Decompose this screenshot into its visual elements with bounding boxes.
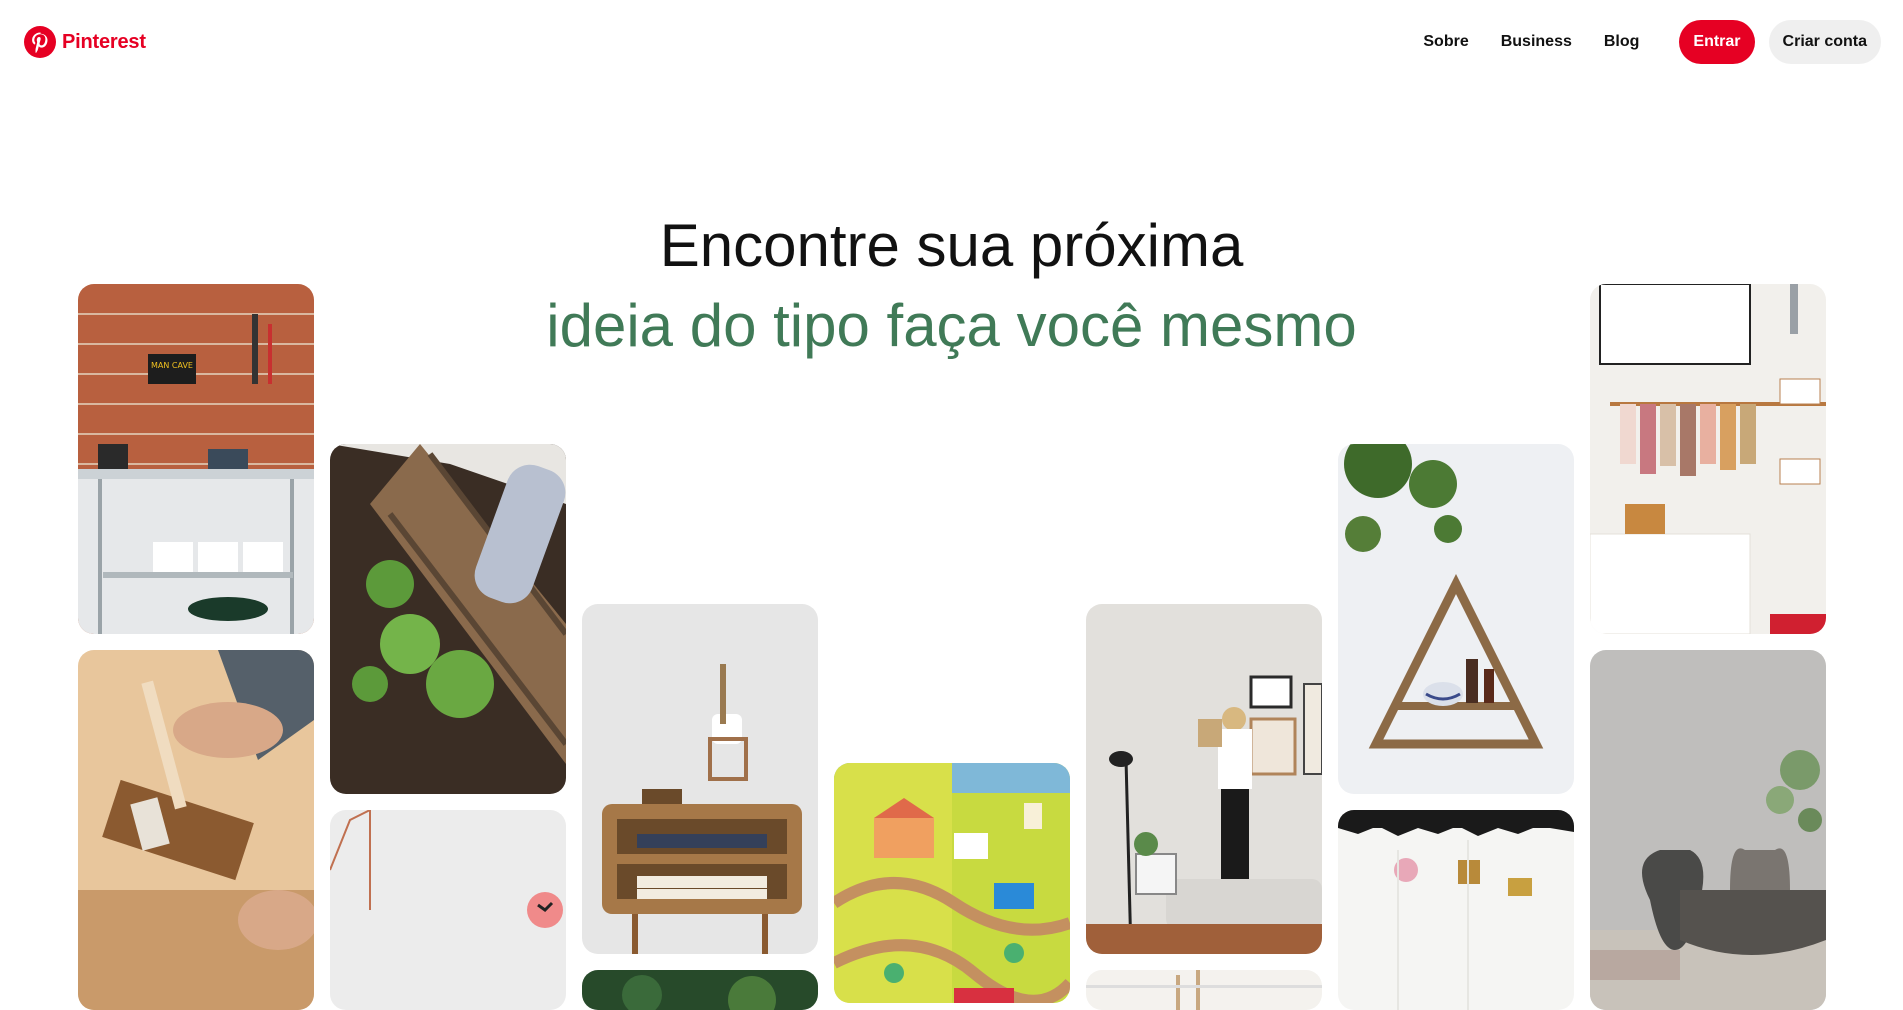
pressed-flowers-paper-pin[interactable] [1338, 810, 1574, 1010]
clothing-rack-pin[interactable] [1590, 284, 1826, 634]
hanging-clock-pin[interactable] [330, 810, 566, 1010]
hero-title-line1: Encontre sua próxima [659, 212, 1244, 279]
top-nav-bar: Pinterest Sobre Business Blog Entrar Cri… [0, 0, 1903, 84]
signup-button[interactable]: Criar conta [1768, 20, 1881, 64]
ceramic-vases-pin[interactable] [1590, 650, 1826, 1010]
nav-about-link[interactable]: Sobre [1423, 33, 1468, 51]
garage-tool-wall-pin[interactable]: MAN CAVE [78, 284, 314, 634]
nav-blog-link[interactable]: Blog [1604, 33, 1640, 51]
woman-hanging-frames-pin[interactable] [1086, 604, 1322, 954]
wooden-nightstand-pin[interactable] [582, 604, 818, 954]
login-button[interactable]: Entrar [1679, 20, 1755, 64]
toy-railway-board-pin[interactable] [834, 763, 1070, 1003]
painting-wood-frame-pin[interactable] [78, 650, 314, 1010]
nav-links: Sobre Business Blog Entrar Criar conta [1423, 20, 1881, 64]
man-cave-sign: MAN CAVE [151, 361, 193, 370]
pinterest-logo[interactable]: Pinterest [24, 26, 146, 58]
green-foliage-pin[interactable] [582, 970, 818, 1010]
brand-name: Pinterest [62, 30, 146, 53]
white-shelf-pin[interactable] [1086, 970, 1322, 1010]
nav-business-link[interactable]: Business [1501, 33, 1572, 51]
planter-box-seedlings-pin[interactable] [330, 444, 566, 794]
triangle-wall-shelf-pin[interactable] [1338, 444, 1574, 794]
pinterest-icon [24, 26, 56, 58]
